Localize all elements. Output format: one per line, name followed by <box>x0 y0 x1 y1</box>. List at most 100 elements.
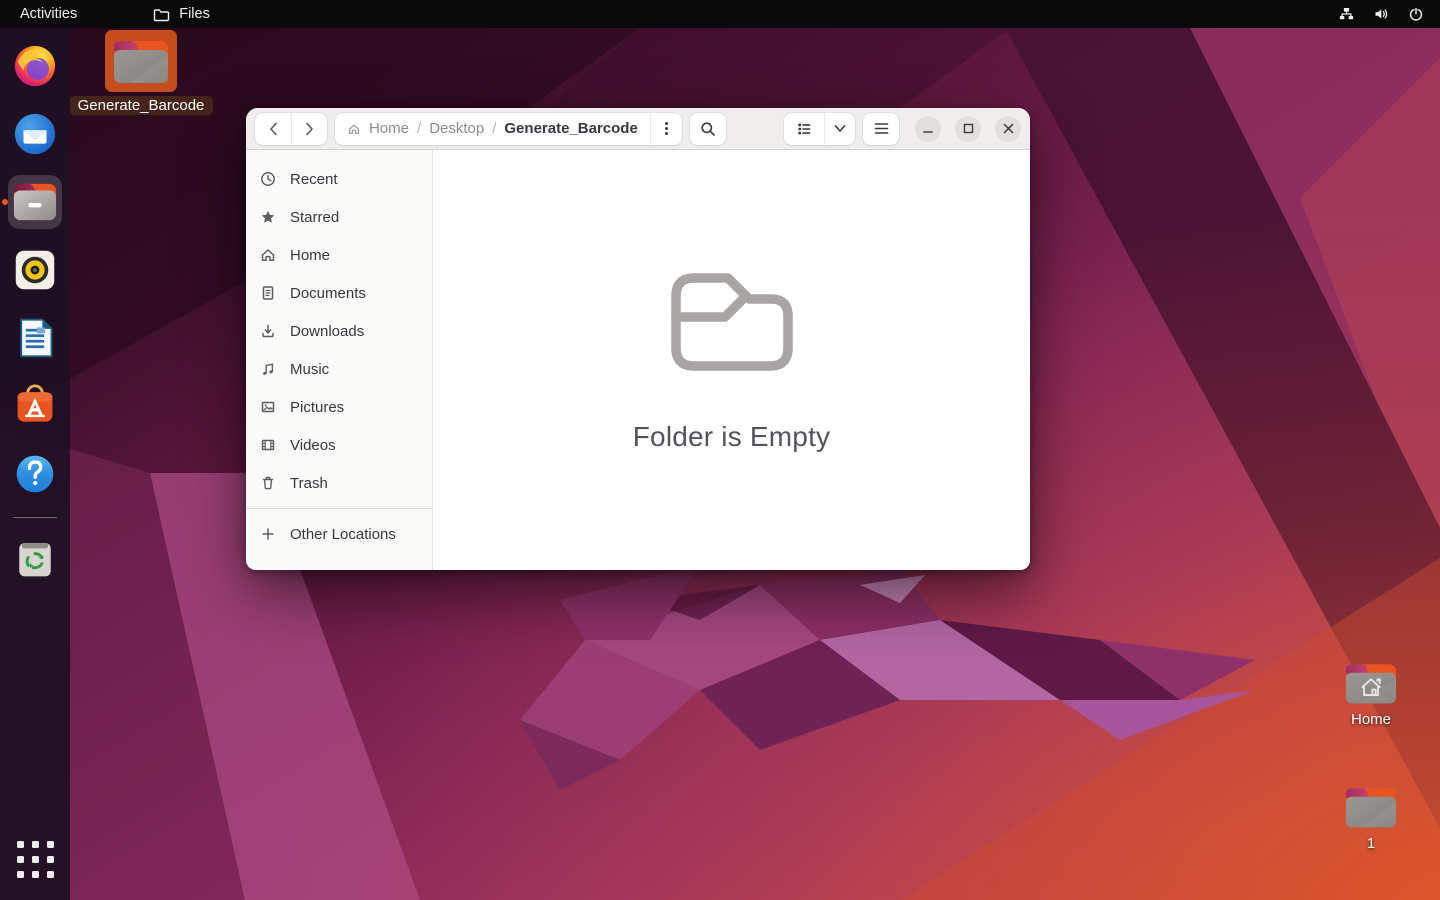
header-bar[interactable]: Home / Desktop / Generate_Barcode <box>246 108 1030 150</box>
folder-icon <box>154 8 170 21</box>
folder-menu-button[interactable] <box>651 113 682 145</box>
close-button[interactable] <box>995 115 1021 142</box>
sidebar-item-trash[interactable]: Trash <box>246 464 432 502</box>
dock <box>0 28 70 900</box>
breadcrumb-separator: / <box>417 120 422 137</box>
activities-button[interactable]: Activities <box>20 6 77 22</box>
volume-icon <box>1375 9 1388 19</box>
film-icon <box>261 439 275 451</box>
sidebar-item-pictures[interactable]: Pictures <box>246 388 432 426</box>
search-icon <box>701 121 715 136</box>
plus-icon <box>262 528 274 540</box>
app-menu-label: Files <box>179 6 210 22</box>
main-menu-button[interactable] <box>863 112 899 145</box>
home-folder-icon <box>1345 664 1397 704</box>
folder-content-area[interactable]: Folder is Empty <box>433 150 1030 570</box>
close-icon <box>1003 123 1013 134</box>
dock-libreoffice-writer-button[interactable] <box>8 311 62 365</box>
trash-icon <box>19 543 51 577</box>
sidebar-item-music[interactable]: Music <box>246 350 432 388</box>
desktop-icon-generate-barcode[interactable]: Generate_Barcode <box>68 30 214 115</box>
minimize-button[interactable] <box>915 115 941 142</box>
dock-separator <box>13 517 57 518</box>
desktop-icon-label: Generate_Barcode <box>68 96 214 115</box>
list-view-button[interactable] <box>784 113 824 145</box>
dock-thunderbird-button[interactable] <box>8 107 62 161</box>
dock-files-button[interactable] <box>2 175 62 229</box>
empty-folder-message: Folder is Empty <box>632 421 831 452</box>
breadcrumb-segment-desktop[interactable]: Desktop <box>429 120 484 137</box>
chevron-left-icon <box>269 122 277 135</box>
sidebar-item-home[interactable]: Home <box>246 236 432 274</box>
forward-button[interactable] <box>292 113 327 145</box>
window-controls <box>915 115 1021 142</box>
back-button[interactable] <box>256 113 291 145</box>
chevron-down-icon <box>834 125 846 132</box>
desktop-icon-label: Home <box>1350 711 1391 728</box>
dock-ubuntu-software-button[interactable] <box>8 379 62 433</box>
view-button-group <box>784 112 855 145</box>
hamburger-menu-icon <box>874 123 888 134</box>
libreoffice-writer-icon <box>20 318 53 358</box>
folder-icon <box>1345 788 1397 828</box>
dock-trash-button[interactable] <box>8 531 62 585</box>
minimize-icon <box>923 130 933 133</box>
breadcrumb-segment-home[interactable]: Home <box>369 120 409 137</box>
sidebar-item-recent[interactable]: Recent <box>246 160 432 198</box>
folder-outline-icon <box>670 273 793 371</box>
folder-icon <box>114 41 168 83</box>
sidebar-item-label: Videos <box>290 436 336 454</box>
home-icon <box>349 123 359 134</box>
breadcrumb-separator: / <box>492 120 497 137</box>
download-icon <box>262 324 274 338</box>
breadcrumb: Home / Desktop / Generate_Barcode <box>347 120 638 137</box>
sidebar-separator <box>246 508 432 509</box>
window-body: Recent Starred Home Documents Downloads … <box>246 150 1030 570</box>
document-icon <box>262 286 274 300</box>
home-icon <box>261 249 275 261</box>
sidebar-item-label: Music <box>290 360 330 378</box>
desktop-icon-1[interactable]: 1 <box>1330 783 1412 852</box>
trash-icon <box>262 476 274 490</box>
top-bar: Activities Files <box>0 0 1440 28</box>
sidebar-item-videos[interactable]: Videos <box>246 426 432 464</box>
kebab-menu-icon <box>664 120 668 137</box>
sidebar-item-label: Pictures <box>290 398 345 416</box>
desktop-icon-label: 1 <box>1366 835 1376 852</box>
view-options-dropdown[interactable] <box>825 113 855 145</box>
sidebar-item-label: Home <box>290 246 331 264</box>
dock-help-button[interactable] <box>8 447 62 501</box>
files-icon <box>13 183 57 221</box>
image-icon <box>261 401 275 413</box>
network-icon <box>1339 8 1354 20</box>
sidebar: Recent Starred Home Documents Downloads … <box>246 150 433 570</box>
star-icon <box>261 210 275 223</box>
help-icon <box>16 455 54 493</box>
nav-button-group <box>255 112 327 145</box>
sidebar-item-label: Trash <box>290 474 328 492</box>
search-button[interactable] <box>689 112 726 145</box>
thunderbird-icon <box>14 113 56 155</box>
sidebar-item-documents[interactable]: Documents <box>246 274 432 312</box>
status-area[interactable] <box>1338 6 1424 22</box>
path-bar: Home / Desktop / Generate_Barcode <box>335 112 682 145</box>
dock-firefox-button[interactable] <box>8 39 62 93</box>
sidebar-item-label: Documents <box>290 284 366 302</box>
files-window: Home / Desktop / Generate_Barcode Recent… <box>246 108 1030 570</box>
show-apps-icon <box>16 841 54 878</box>
sidebar-item-label: Starred <box>290 208 340 226</box>
sidebar-item-downloads[interactable]: Downloads <box>246 312 432 350</box>
maximize-button[interactable] <box>955 115 981 142</box>
firefox-icon <box>14 45 56 87</box>
list-view-icon <box>798 123 811 134</box>
chevron-right-icon <box>305 122 313 135</box>
breadcrumb-segment-current[interactable]: Generate_Barcode <box>504 120 637 137</box>
dock-rhythmbox-button[interactable] <box>8 243 62 297</box>
power-icon <box>1409 7 1423 21</box>
desktop-icon-home[interactable]: Home <box>1330 659 1412 728</box>
sidebar-item-label: Other Locations <box>290 525 396 543</box>
sidebar-item-starred[interactable]: Starred <box>246 198 432 236</box>
app-menu-button[interactable]: Files <box>153 6 210 22</box>
dock-show-apps-button[interactable] <box>8 841 62 900</box>
sidebar-item-other-locations[interactable]: Other Locations <box>246 515 432 553</box>
